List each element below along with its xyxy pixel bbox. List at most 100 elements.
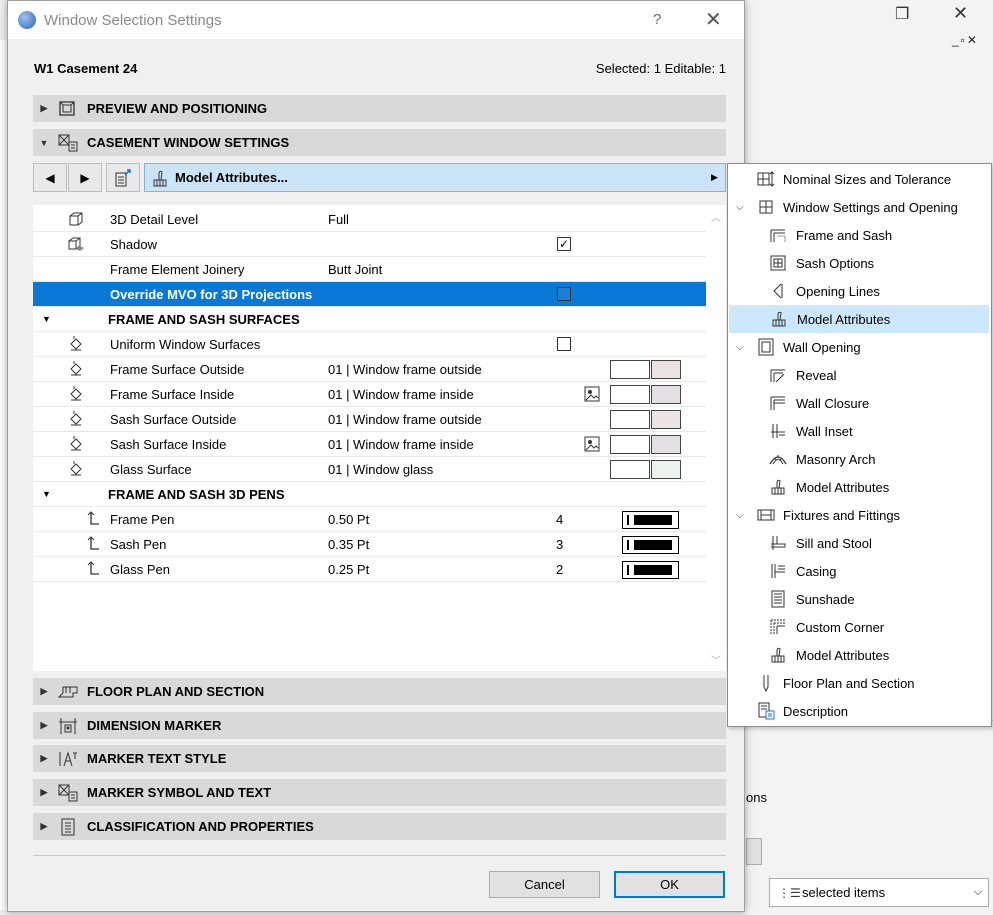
row-label: Sash Pen: [110, 536, 167, 552]
dialog-titlebar: Window Selection Settings ? ✕: [8, 1, 744, 39]
override-mvo-checkbox[interactable]: [557, 287, 571, 301]
chevron-down-icon: ⌵: [736, 509, 744, 521]
group-frame-sash-surfaces[interactable]: ▼ FRAME AND SASH SURFACES: [33, 307, 706, 332]
section-classification[interactable]: ▶ CLASSIFICATION AND PROPERTIES: [33, 813, 726, 840]
paint-brush-icon: [768, 645, 788, 665]
grid-row-frame-surface-inside[interactable]: Frame Surface Inside 01 | Window frame i…: [33, 382, 706, 407]
group-frame-sash-pens[interactable]: ▼ FRAME AND SASH 3D PENS: [33, 482, 706, 507]
page-dropdown[interactable]: Model Attributes... ▶: [144, 163, 726, 192]
menu-item-model-attributes-fixtures[interactable]: Model Attributes: [728, 641, 991, 669]
opening-lines-icon: [768, 281, 788, 301]
menu-item-model-attributes-wall[interactable]: Model Attributes: [728, 473, 991, 501]
background-button[interactable]: [746, 838, 762, 865]
grid-row-frame-surface-outside[interactable]: Frame Surface Outside 01 | Window frame …: [33, 357, 706, 382]
row-value[interactable]: 0.50 Pt: [328, 512, 369, 527]
ok-button[interactable]: OK: [614, 871, 725, 898]
row-value[interactable]: 01 | Window glass: [328, 462, 433, 477]
section-title: MARKER TEXT STYLE: [87, 751, 227, 766]
page-toolbar: ◀ ▶ Model Attributes... ▶: [33, 163, 726, 192]
menu-item-sunshade[interactable]: Sunshade: [728, 585, 991, 613]
next-page-button[interactable]: ▶: [68, 163, 102, 192]
section-marker-text-style[interactable]: ▶ MARKER TEXT STYLE: [33, 745, 726, 772]
menu-item-masonry-arch[interactable]: Masonry Arch: [728, 445, 991, 473]
surface-color: [651, 360, 681, 379]
help-button[interactable]: ?: [653, 11, 661, 28]
uniform-surfaces-checkbox[interactable]: [557, 337, 571, 351]
menu-item-fixtures-fittings[interactable]: ⌵ Fixtures and Fittings: [728, 501, 991, 529]
grid-row-override-mvo[interactable]: Override MVO for 3D Projections: [33, 282, 706, 307]
surface-swatch[interactable]: [610, 360, 681, 379]
row-value[interactable]: 01 | Window frame outside: [328, 412, 482, 427]
menu-item-frame-sash[interactable]: Frame and Sash: [728, 221, 991, 249]
grid-row-shadow[interactable]: Shadow ✓: [33, 232, 706, 257]
grid-row-3d-detail[interactable]: 3D Detail Level Full: [33, 207, 706, 232]
close-button[interactable]: ✕: [705, 7, 722, 32]
grid-row-sash-pen[interactable]: Sash Pen 0.35 Pt 3: [33, 532, 706, 557]
menu-item-wall-opening[interactable]: ⌵ Wall Opening: [728, 333, 991, 361]
grid-row-glass-surface[interactable]: Glass Surface 01 | Window glass: [33, 457, 706, 482]
menu-item-model-attributes-selected[interactable]: Model Attributes: [729, 305, 989, 333]
scroll-down-icon[interactable]: ﹀: [711, 652, 721, 667]
menu-item-custom-corner[interactable]: Custom Corner: [728, 613, 991, 641]
restore-window-icon[interactable]: ❐: [895, 4, 909, 24]
row-value[interactable]: 0.35 Pt: [328, 537, 369, 552]
grid-row-glass-pen[interactable]: Glass Pen 0.25 Pt 2: [33, 557, 706, 582]
grid-row-sash-surface-inside[interactable]: Sash Surface Inside 01 | Window frame in…: [33, 432, 706, 457]
grid-row-sash-surface-outside[interactable]: Sash Surface Outside 01 | Window frame o…: [33, 407, 706, 432]
menu-item-reveal[interactable]: Reveal: [728, 361, 991, 389]
row-value[interactable]: 01 | Window frame inside: [328, 387, 474, 402]
section-casement-settings[interactable]: ▼ CASEMENT WINDOW SETTINGS: [33, 129, 726, 156]
surface-swatch[interactable]: [610, 435, 681, 454]
paint-bucket-icon: [65, 409, 87, 429]
shadow-checkbox[interactable]: ✓: [557, 237, 571, 251]
surface-swatch[interactable]: [610, 410, 681, 429]
grid-scrollbar[interactable]: ︿ ﹀: [706, 205, 726, 671]
section-preview-positioning[interactable]: ▶ PREVIEW AND POSITIONING: [33, 95, 726, 122]
menu-item-floor-plan-section[interactable]: Floor Plan and Section: [728, 669, 991, 697]
page-settings-button[interactable]: [106, 163, 140, 192]
collapse-arrow-icon: ▼: [42, 314, 51, 324]
menu-item-wall-inset[interactable]: Wall Inset: [728, 417, 991, 445]
menu-label: Frame and Sash: [796, 227, 893, 243]
menu-item-nominal-sizes[interactable]: Nominal Sizes and Tolerance: [728, 165, 991, 193]
row-value[interactable]: 0.25 Pt: [328, 562, 369, 577]
surface-swatch[interactable]: [610, 460, 681, 479]
menu-item-window-settings[interactable]: ⌵ Window Settings and Opening: [728, 193, 991, 221]
image-override-icon[interactable]: [584, 436, 600, 452]
grid-row-frame-pen[interactable]: Frame Pen 0.50 Pt 4: [33, 507, 706, 532]
selected-items-select[interactable]: ⋮☰ selected items ⌵: [769, 878, 989, 907]
grid-row-uniform-surfaces[interactable]: Uniform Window Surfaces: [33, 332, 706, 357]
row-label: Shadow: [110, 236, 157, 252]
menu-item-opening-lines[interactable]: Opening Lines: [728, 277, 991, 305]
pen-color-preview[interactable]: [622, 511, 679, 529]
pen-color-preview[interactable]: [622, 561, 679, 579]
menu-item-sash-options[interactable]: Sash Options: [728, 249, 991, 277]
menu-item-wall-closure[interactable]: Wall Closure: [728, 389, 991, 417]
panel-controls-icon[interactable]: _▫✕: [952, 33, 979, 47]
row-value[interactable]: Full: [328, 212, 349, 227]
section-dimension-marker[interactable]: ▶ DIMENSION MARKER: [33, 712, 726, 739]
pen-color-preview[interactable]: [622, 536, 679, 554]
previous-page-button[interactable]: ◀: [33, 163, 67, 192]
scroll-up-icon[interactable]: ︿: [711, 209, 721, 224]
menu-item-casing[interactable]: Casing: [728, 557, 991, 585]
close-app-icon[interactable]: ✕: [953, 3, 968, 24]
menu-item-sill-stool[interactable]: Sill and Stool: [728, 529, 991, 557]
cancel-button[interactable]: Cancel: [489, 871, 600, 898]
row-value[interactable]: 01 | Window frame inside: [328, 437, 474, 452]
shadow-cube-icon: [65, 234, 87, 254]
window-selection-settings-dialog: Window Selection Settings ? ✕ W1 Casemen…: [7, 0, 745, 912]
row-value[interactable]: 01 | Window frame outside: [328, 362, 482, 377]
window-marker-icon: [55, 133, 81, 153]
pen-number[interactable]: 3: [556, 537, 563, 552]
menu-item-description[interactable]: Description: [728, 697, 991, 725]
surface-swatch[interactable]: [610, 385, 681, 404]
grid-row-joinery[interactable]: Frame Element Joinery Butt Joint: [33, 257, 706, 282]
pen-number[interactable]: 2: [556, 562, 563, 577]
pen-number[interactable]: 4: [556, 512, 563, 527]
row-value[interactable]: Butt Joint: [328, 262, 382, 277]
section-marker-symbol[interactable]: ▶ MARKER SYMBOL AND TEXT: [33, 779, 726, 806]
image-override-icon[interactable]: [584, 386, 600, 402]
page-dropdown-label: Model Attributes...: [175, 170, 288, 185]
section-floor-plan[interactable]: ▶ FLOOR PLAN AND SECTION: [33, 678, 726, 705]
